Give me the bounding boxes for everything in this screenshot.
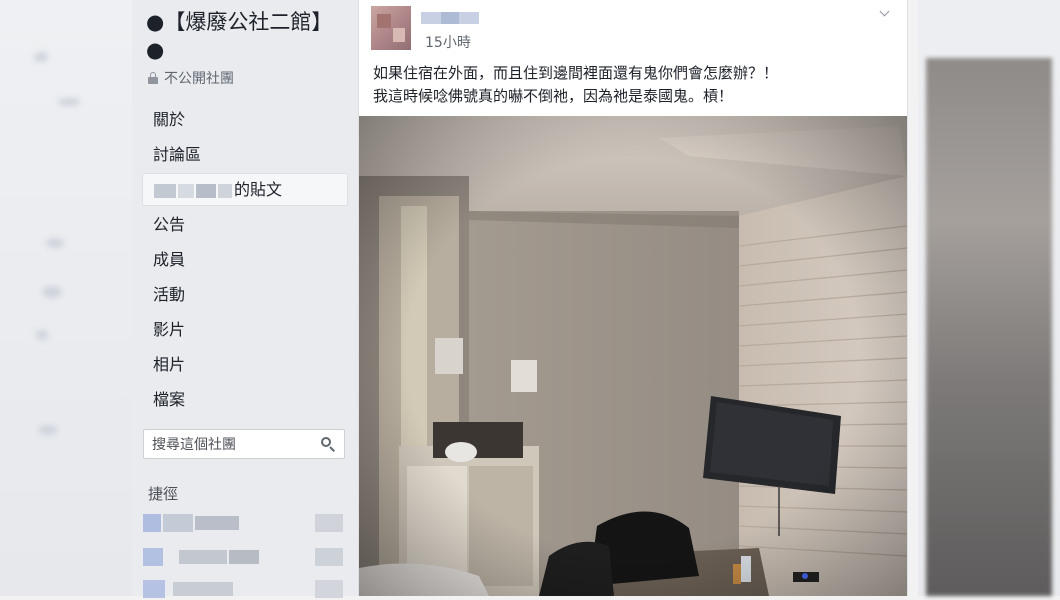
nav-item-photos[interactable]: 相片: [142, 348, 348, 381]
shortcut-item[interactable]: [143, 512, 345, 534]
group-sidebar: ●【爆廢公社二館】● 不公開社團 關於 討論區 的貼文 公告 成員 活動 影片 …: [132, 0, 358, 598]
group-nav: 關於 討論區 的貼文 公告 成員 活動 影片 相片 檔案: [142, 103, 348, 418]
post-card: 15小時 如果住宿在外面，而且住到邊間裡面還有鬼你們會怎麼辦？！ 我這時候唸佛號…: [358, 0, 908, 596]
hotel-room-photo: [359, 116, 907, 596]
nav-item-about[interactable]: 關於: [142, 103, 348, 136]
shortcuts-title: 捷徑: [148, 485, 179, 503]
nav-item-discussion[interactable]: 討論區: [142, 138, 348, 171]
background-left-blur: [0, 0, 132, 596]
author-name-redacted[interactable]: [421, 12, 479, 24]
nav-item-events[interactable]: 活動: [142, 278, 348, 311]
post-text-line-2: 我這時候唸佛號真的嚇不倒祂，因為祂是泰國鬼。槓！: [373, 87, 734, 105]
group-search-box: [143, 429, 345, 460]
group-privacy: 不公開社團: [148, 68, 234, 88]
group-search-input[interactable]: [144, 430, 319, 460]
post-text: 如果住宿在外面，而且住到邊間裡面還有鬼你們會怎麼辦？！ 我這時候唸佛號真的嚇不倒…: [373, 62, 893, 108]
background-right-blur: [918, 0, 1060, 596]
chevron-down-icon[interactable]: [879, 10, 891, 18]
nav-item-videos[interactable]: 影片: [142, 313, 348, 346]
redacted-name: [154, 183, 176, 198]
lock-icon: [148, 72, 158, 84]
shortcut-item[interactable]: [143, 578, 345, 600]
author-avatar[interactable]: [371, 6, 411, 50]
shortcut-item[interactable]: [143, 546, 345, 568]
nav-item-files[interactable]: 檔案: [142, 383, 348, 416]
privacy-label: 不公開社團: [164, 71, 234, 87]
nav-item-member-posts[interactable]: 的貼文: [142, 173, 348, 206]
group-title[interactable]: ●【爆廢公社二館】●: [146, 8, 346, 64]
blurred-photo-edge: [926, 58, 1052, 596]
post-photo[interactable]: [359, 116, 907, 596]
post-text-line-1: 如果住宿在外面，而且住到邊間裡面還有鬼你們會怎麼辦？！: [373, 64, 779, 82]
post-timestamp[interactable]: 15小時: [425, 32, 471, 52]
search-icon[interactable]: [321, 437, 335, 452]
nav-item-members[interactable]: 成員: [142, 243, 348, 276]
nav-item-announcements[interactable]: 公告: [142, 208, 348, 241]
